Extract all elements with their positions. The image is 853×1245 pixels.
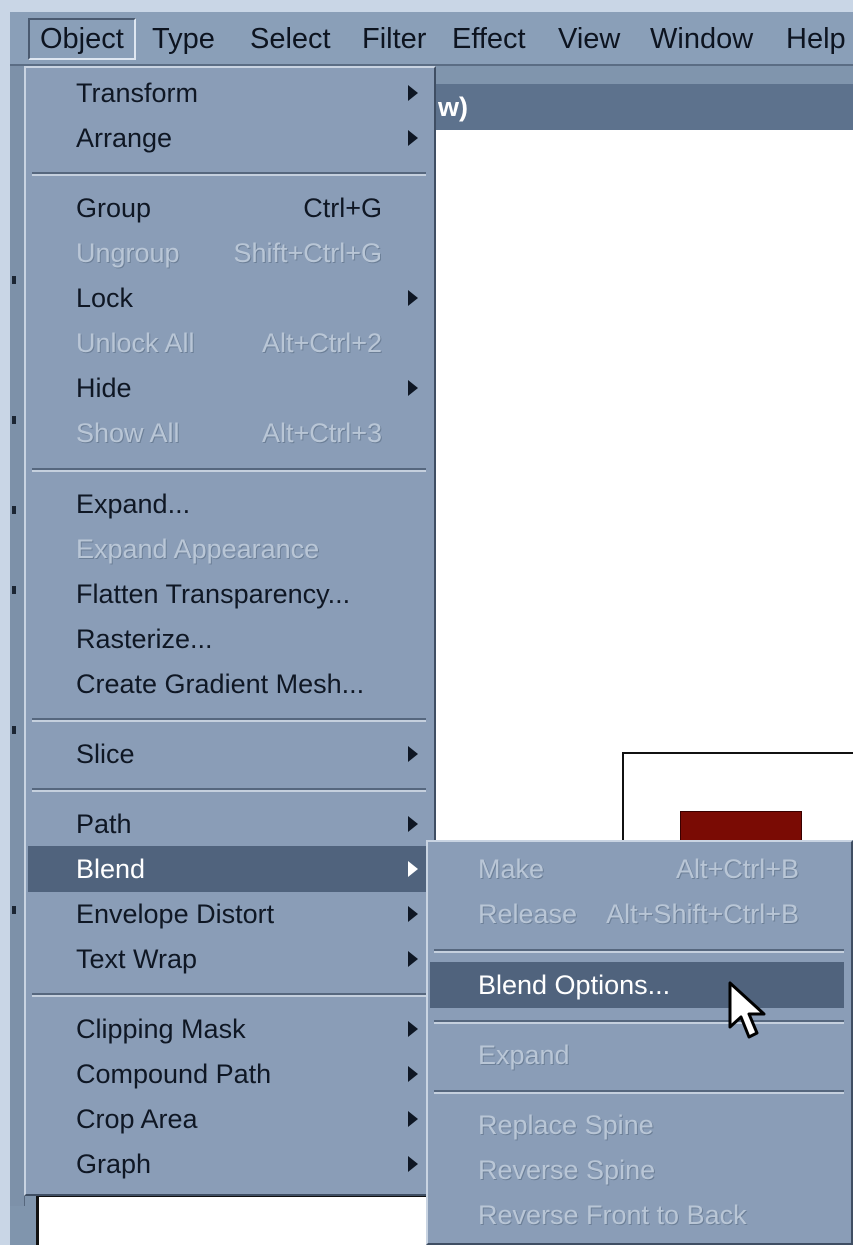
menu-item-blend[interactable]: Blend	[28, 846, 432, 892]
menu-item-reverse-front-to-back: Reverse Front to Back	[478, 1200, 747, 1230]
submenu-arrow-icon	[408, 906, 418, 922]
shortcut-text: Ctrl+G	[303, 193, 382, 223]
arrow-pointer-icon	[728, 981, 766, 1039]
menu-item-arrange[interactable]: Arrange	[28, 115, 432, 161]
menu-item-expand-blend: Expand	[478, 1040, 570, 1070]
menu-separator	[434, 949, 844, 953]
menu-item-release: Release Alt+Shift+Ctrl+B	[430, 891, 849, 937]
menu-item-blend-options[interactable]: Blend Options...	[430, 962, 844, 1008]
submenu-arrow-icon	[408, 290, 418, 306]
submenu-arrow-icon	[408, 746, 418, 762]
menu-item-rasterize[interactable]: Rasterize...	[28, 616, 432, 662]
blend-submenu: Make Alt+Ctrl+B Release Alt+Shift+Ctrl+B…	[426, 840, 853, 1245]
submenu-arrow-icon	[408, 380, 418, 396]
submenu-arrow-icon	[408, 1066, 418, 1082]
toolbox-tick	[12, 506, 16, 514]
submenu-arrow-icon	[408, 85, 418, 101]
menu-item-make: Make Alt+Ctrl+B	[430, 846, 849, 892]
menu-item-show-all: Show All Alt+Ctrl+3	[28, 410, 432, 456]
menu-type[interactable]: Type	[142, 18, 225, 60]
menu-effect[interactable]: Effect	[442, 18, 536, 60]
menu-item-expand[interactable]: Expand...	[28, 481, 432, 527]
toolbox-tick	[12, 726, 16, 734]
menu-item-hide[interactable]: Hide	[28, 365, 432, 411]
menu-item-ungroup: Ungroup Shift+Ctrl+G	[28, 230, 432, 276]
menu-item-text-wrap[interactable]: Text Wrap	[28, 936, 432, 982]
menu-item-expand-appearance: Expand Appearance	[76, 534, 320, 564]
menu-item-slice[interactable]: Slice	[28, 731, 432, 777]
menu-item-unlock-all: Unlock All Alt+Ctrl+2	[28, 320, 432, 366]
menu-separator	[434, 1090, 844, 1094]
menu-separator	[32, 788, 426, 792]
menu-help[interactable]: Help	[776, 18, 853, 60]
submenu-arrow-icon	[408, 951, 418, 967]
menu-item-create-gradient-mesh[interactable]: Create Gradient Mesh...	[28, 661, 432, 707]
submenu-arrow-icon	[408, 816, 418, 832]
submenu-arrow-icon	[408, 1111, 418, 1127]
menu-item-transform[interactable]: Transform	[28, 70, 432, 116]
menu-filter[interactable]: Filter	[352, 18, 436, 60]
submenu-arrow-icon	[408, 1156, 418, 1172]
illustrator-window: Object Type Select Filter Effect View Wi…	[10, 12, 853, 1245]
menu-item-replace-spine: Replace Spine	[478, 1110, 654, 1140]
menu-window[interactable]: Window	[640, 18, 763, 60]
toolbox-tick	[12, 276, 16, 284]
submenu-arrow-icon	[408, 130, 418, 146]
menu-item-crop-area[interactable]: Crop Area	[28, 1096, 432, 1142]
menu-item-graph[interactable]: Graph	[28, 1141, 432, 1187]
document-title-bar: w)	[430, 84, 853, 130]
menu-view[interactable]: View	[548, 18, 630, 60]
shortcut-text: Alt+Ctrl+3	[261, 418, 382, 448]
menu-item-envelope-distort[interactable]: Envelope Distort	[28, 891, 432, 937]
menu-item-compound-path[interactable]: Compound Path	[28, 1051, 432, 1097]
menu-select[interactable]: Select	[240, 18, 341, 60]
menu-separator	[32, 993, 426, 997]
menu-item-lock[interactable]: Lock	[28, 275, 432, 321]
menu-item-path[interactable]: Path	[28, 801, 432, 847]
toolbox-tick	[12, 416, 16, 424]
menu-item-flatten-transparency[interactable]: Flatten Transparency...	[28, 571, 432, 617]
menu-item-group[interactable]: Group Ctrl+G	[28, 185, 432, 231]
toolbox-tick	[12, 586, 16, 594]
submenu-arrow-icon	[408, 861, 418, 877]
object-menu: Transform Arrange Group Ctrl+G Ungroup S…	[24, 66, 436, 1196]
shortcut-text: Alt+Ctrl+B	[675, 854, 799, 884]
submenu-arrow-icon	[408, 1021, 418, 1037]
menu-separator	[32, 718, 426, 722]
shortcut-text: Alt+Ctrl+2	[261, 328, 382, 358]
menu-item-clipping-mask[interactable]: Clipping Mask	[28, 1006, 432, 1052]
toolbox-tick	[12, 906, 16, 914]
menu-separator	[434, 1020, 844, 1024]
menu-separator	[32, 468, 426, 472]
menu-bar: Object Type Select Filter Effect View Wi…	[10, 12, 853, 66]
shortcut-text: Shift+Ctrl+G	[233, 238, 382, 268]
toolbox-edge	[10, 66, 25, 1206]
menu-item-reverse-spine: Reverse Spine	[478, 1155, 656, 1185]
menu-object[interactable]: Object	[28, 18, 136, 60]
menu-separator	[32, 172, 426, 176]
status-area	[36, 1194, 439, 1245]
shortcut-text: Alt+Shift+Ctrl+B	[606, 899, 799, 929]
document-title: w)	[438, 92, 468, 122]
